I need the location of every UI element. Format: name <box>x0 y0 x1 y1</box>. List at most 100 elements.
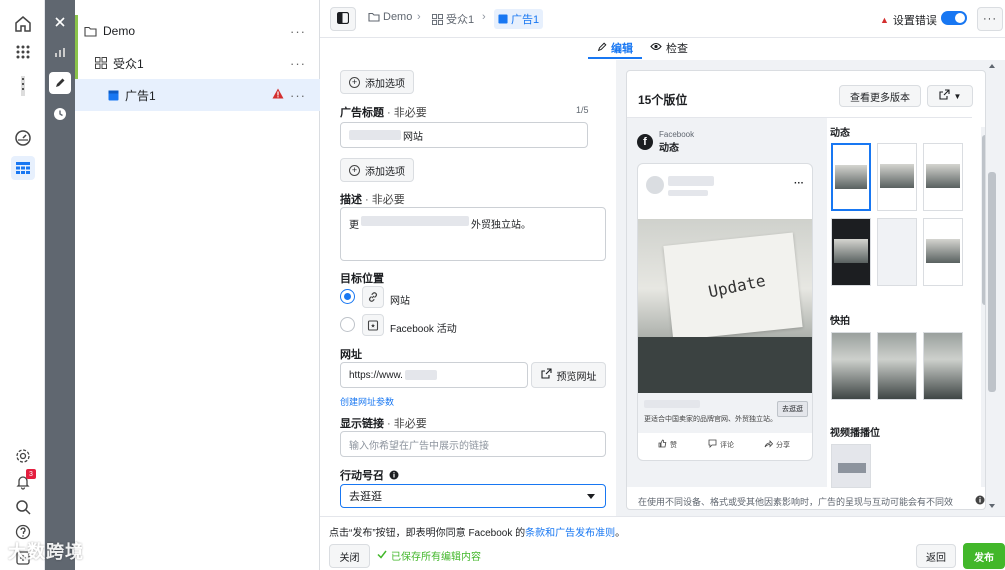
saved-status: 已保存所有编辑内容 <box>377 548 481 563</box>
bar-chart-icon[interactable] <box>49 41 71 63</box>
placement-thumb-feed[interactable] <box>831 143 871 211</box>
redacted-text <box>668 190 708 196</box>
section-stories-title: 快拍 <box>830 316 850 327</box>
share-action[interactable]: 分享 <box>764 439 790 450</box>
link-icon <box>362 286 384 308</box>
post-more-icon[interactable]: ··· <box>794 178 804 189</box>
warning-icon: ▲ <box>880 15 889 25</box>
placement-thumb-feed[interactable] <box>877 218 917 286</box>
section-feed-title: 动态 <box>830 128 850 139</box>
publish-button[interactable]: 发布 <box>963 543 1005 569</box>
tree-node-campaign[interactable]: Demo ··· <box>75 15 320 47</box>
placement-header: f Facebook 动态 <box>637 130 694 154</box>
placement-thumb-story[interactable] <box>923 332 963 400</box>
bottom-action-bar: 点击“发布”按钮，即表明你同意 Facebook 的条款和广告发布准则。 关闭 … <box>320 516 1005 570</box>
check-icon <box>377 550 387 562</box>
chevron-down-icon <box>587 494 595 499</box>
more-options-icon[interactable]: ··· <box>290 56 306 71</box>
toggle-panel-button[interactable] <box>330 7 356 31</box>
tree-node-label: 受众1 <box>113 56 144 71</box>
post-link-footer: 更适合中国卖家的品牌官网、外贸独立站。 去逛逛 <box>638 393 812 433</box>
destination-event-label: Facebook 活动 <box>390 324 457 335</box>
breadcrumb-adset[interactable]: 受众1 <box>432 11 474 27</box>
tree-node-ad[interactable]: 广告1 ··· <box>75 79 320 111</box>
external-link-icon <box>540 368 552 382</box>
edit-pencil-icon[interactable] <box>49 72 71 94</box>
placement-thumb-feed[interactable] <box>923 143 963 211</box>
see-more-versions-button[interactable]: 查看更多版本 <box>839 85 921 107</box>
account-avatar-icon[interactable] <box>11 74 35 98</box>
close-button[interactable]: 关闭 <box>329 544 370 568</box>
editor-scrollbar[interactable] <box>985 60 999 516</box>
comment-action[interactable]: 评论 <box>708 439 734 450</box>
tree-node-adset[interactable]: 受众1 ··· <box>75 47 320 79</box>
destination-website-radio[interactable] <box>340 289 355 304</box>
tab-review[interactable]: 检查 <box>650 40 688 56</box>
like-action[interactable]: 赞 <box>658 439 677 450</box>
placement-thumb-feed[interactable] <box>877 143 917 211</box>
selected-placement-preview: f Facebook 动态 ··· Update 更适合中国卖家的品牌官网、外贸… <box>627 117 827 487</box>
ad-creative-form: + 添加选项 广告标题 · 非必要 1/5 网站 + 添加选项 描述 · 非必要… <box>320 60 616 516</box>
headline-input[interactable]: 网站 <box>340 122 588 148</box>
settings-error-toggle[interactable] <box>941 11 967 25</box>
post-cta-button[interactable]: 去逛逛 <box>777 401 808 417</box>
display-link-input[interactable]: 输入你希望在广告中展示的链接 <box>340 431 606 457</box>
settings-gear-icon[interactable] <box>11 444 35 468</box>
placement-thumb-story[interactable] <box>877 332 917 400</box>
placement-thumb-feed[interactable] <box>831 218 871 286</box>
notifications-bell-icon[interactable]: 3 <box>11 469 36 494</box>
headline-counter: 1/5 <box>576 105 589 115</box>
destination-label: 目标位置 <box>340 273 384 285</box>
placements-title: 15个版位 <box>638 93 688 107</box>
url-label: 网址 <box>340 349 362 361</box>
cta-label: 行动号召 <box>340 467 399 483</box>
history-clock-icon[interactable] <box>49 103 71 125</box>
plus-circle-icon: + <box>349 164 360 176</box>
add-option-button[interactable]: + 添加选项 <box>340 158 414 182</box>
breadcrumb-campaign[interactable]: Demo <box>368 11 412 23</box>
search-icon[interactable] <box>11 495 35 519</box>
share-preview-button[interactable]: ▼ <box>927 85 973 107</box>
close-icon[interactable] <box>49 11 71 33</box>
thumbs-up-icon <box>658 439 667 450</box>
tree-node-label: 广告1 <box>125 88 156 103</box>
more-options-icon[interactable]: ··· <box>290 24 306 39</box>
terms-link[interactable]: 条款和广告发布准则 <box>525 528 615 539</box>
headline-label: 广告标题 · 非必要 <box>340 107 427 119</box>
more-options-icon[interactable]: ··· <box>290 88 306 103</box>
placement-thumb-video[interactable] <box>831 444 871 488</box>
back-button[interactable]: 返回 <box>916 544 956 568</box>
more-menu-button[interactable]: ··· <box>977 7 1003 31</box>
typewriter-body <box>638 337 812 393</box>
preview-url-button[interactable]: 预览网址 <box>531 362 606 388</box>
placement-thumb-story[interactable] <box>831 332 871 400</box>
info-icon <box>975 495 985 509</box>
ad-icon <box>498 14 508 24</box>
cta-select[interactable]: 去逛逛 <box>340 484 606 508</box>
campaign-tree: Demo ··· 受众1 ··· 广告1 ··· <box>75 0 320 570</box>
typewriter-paper: Update <box>663 232 803 341</box>
home-icon[interactable] <box>11 12 35 36</box>
description-textarea[interactable]: 更 外贸独立站。 <box>340 207 606 261</box>
calendar-event-icon <box>362 314 384 336</box>
url-input[interactable]: https://www. <box>340 362 528 388</box>
dashboard-gauge-icon[interactable] <box>11 126 35 150</box>
facebook-logo-icon: f <box>637 134 653 150</box>
breadcrumb-ad[interactable]: 广告1 <box>494 9 544 29</box>
tab-edit[interactable]: 编辑 <box>597 40 633 56</box>
top-bar: Demo › 受众1 › 广告1 ▲ 设置错误 ··· <box>320 0 1005 38</box>
destination-event-radio[interactable] <box>340 317 355 332</box>
build-url-params-link[interactable]: 创建网址参数 <box>340 395 394 408</box>
ads-table-icon[interactable] <box>11 156 35 180</box>
placement-thumb-feed[interactable] <box>923 218 963 286</box>
preview-disclaimer: 在使用不同设备、格式或受其他因素影响时，广告的呈现与互动可能会有不同效果。 <box>638 495 985 509</box>
adset-grid-icon <box>95 57 107 69</box>
placement-thumbnails: 动态 快拍 视频播播位 <box>827 117 972 488</box>
tree-node-label: Demo <box>103 24 136 38</box>
apps-grid-icon[interactable] <box>11 40 35 64</box>
add-option-button[interactable]: + 添加选项 <box>340 70 414 94</box>
ad-preview-panel: 15个版位 查看更多版本 ▼ f Facebook 动态 ··· Update … <box>616 60 1005 516</box>
breadcrumb-separator: › <box>417 11 421 23</box>
feed-post-preview: ··· Update 更适合中国卖家的品牌官网、外贸独立站。 去逛逛 赞 评论 … <box>637 163 813 461</box>
info-icon <box>389 470 399 480</box>
